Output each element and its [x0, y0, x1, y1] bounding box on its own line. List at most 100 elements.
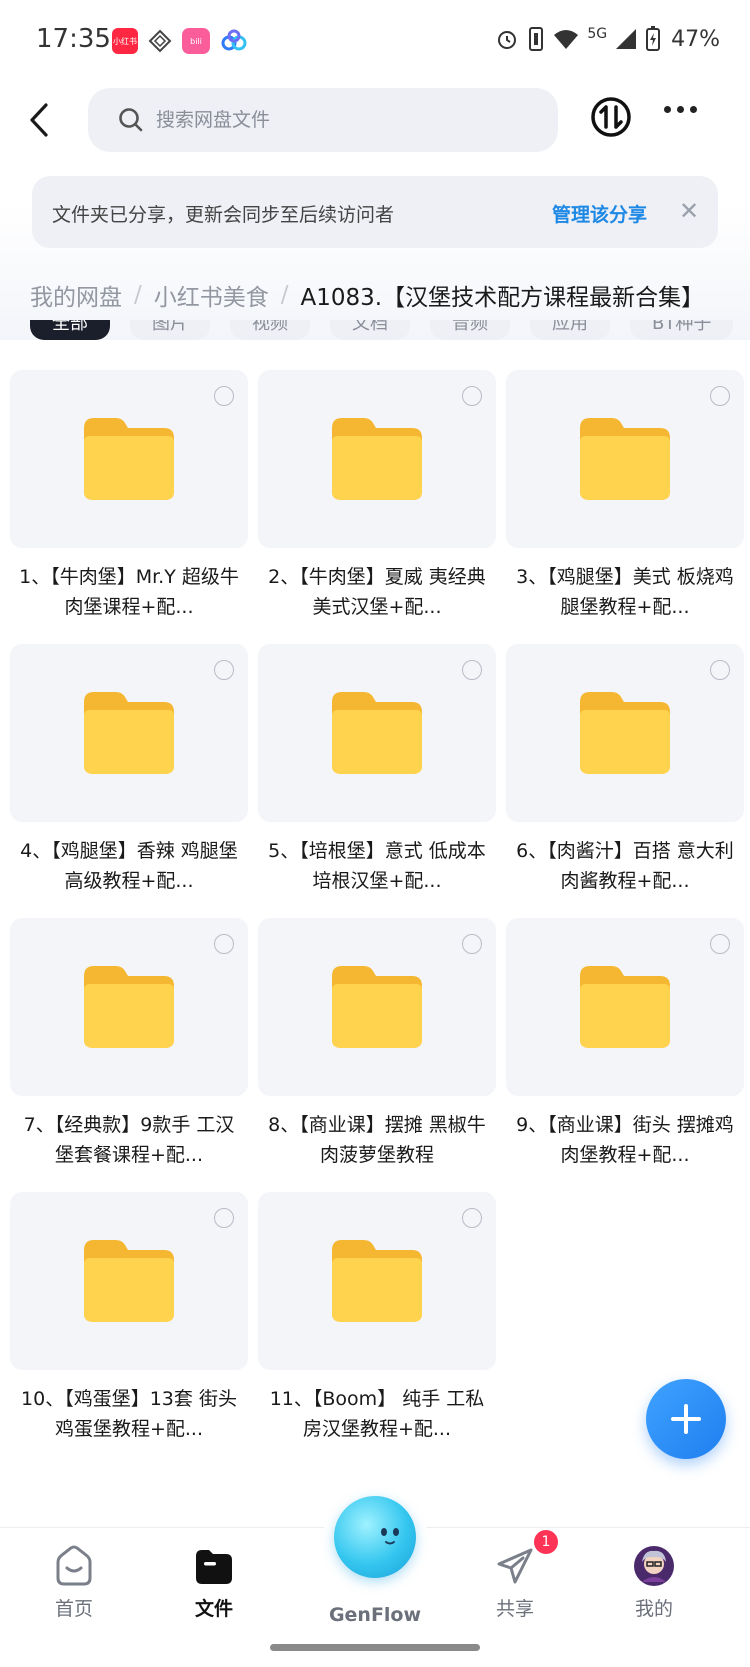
- status-bar: 17:35 小红书 bili 5G 47%: [0, 0, 750, 84]
- select-checkbox[interactable]: [214, 1208, 234, 1228]
- filter-tab-images[interactable]: 图片: [130, 320, 210, 340]
- breadcrumb: 我的网盘 / 小红书美食 / A1083.【汉堡技术配方课程最新合集】: [30, 278, 704, 312]
- back-button[interactable]: [22, 92, 56, 148]
- network-type: 5G: [587, 26, 608, 42]
- more-dot-icon: [677, 106, 684, 113]
- paper-plane-icon: [497, 1548, 533, 1584]
- nav-label-home: 首页: [54, 1598, 93, 1620]
- folder-name: 2、【牛肉堡】夏威 夷经典美式汉堡+配...: [268, 566, 486, 618]
- breadcrumb-item-parent[interactable]: 小红书美食: [154, 278, 269, 312]
- folder-item[interactable]: 2、【牛肉堡】夏威 夷经典美式汉堡+配...: [258, 370, 496, 644]
- folder-name: 6、【肉酱汁】百搭 意大利肉酱教程+配...: [516, 840, 734, 892]
- nav-item-share[interactable]: 共享: [465, 1544, 565, 1621]
- folder-thumbnail: [258, 918, 496, 1096]
- select-checkbox[interactable]: [710, 934, 730, 954]
- filter-tab-all[interactable]: 全部: [30, 320, 110, 340]
- bilibili-icon: bili: [182, 28, 210, 54]
- folder-item[interactable]: 4、【鸡腿堡】香辣 鸡腿堡高级教程+配...: [10, 644, 248, 918]
- filter-tab-apps[interactable]: 应用: [530, 320, 610, 340]
- chevron-left-icon: [30, 103, 48, 137]
- select-checkbox[interactable]: [710, 660, 730, 680]
- diamond-app-icon: [148, 29, 172, 53]
- select-checkbox[interactable]: [462, 1208, 482, 1228]
- filter-tab-bt[interactable]: BT种子: [630, 320, 734, 340]
- folder-thumbnail: [10, 1192, 248, 1370]
- filter-tab-videos[interactable]: 视频: [230, 320, 310, 340]
- folder-item[interactable]: 1、【牛肉堡】Mr.Y 超级牛肉堡课程+配...: [10, 370, 248, 644]
- folder-icon: [332, 966, 422, 1048]
- add-button[interactable]: [646, 1379, 726, 1459]
- folder-name: 7、【经典款】9款手 工汉堡套餐课程+配...: [23, 1114, 235, 1166]
- folder-item[interactable]: 8、【商业课】摆摊 黑椒牛肉菠萝堡教程: [258, 918, 496, 1192]
- folder-name: 11、【Boom】 纯手 工私房汉堡教程+配...: [269, 1388, 485, 1440]
- select-checkbox[interactable]: [214, 660, 234, 680]
- folder-item[interactable]: 7、【经典款】9款手 工汉堡套餐课程+配...: [10, 918, 248, 1192]
- folder-icon: [84, 966, 174, 1048]
- battery-icon: [646, 26, 661, 51]
- more-dot-icon: [690, 106, 697, 113]
- folder-item[interactable]: 6、【肉酱汁】百搭 意大利肉酱教程+配...: [506, 644, 744, 918]
- nav-item-files[interactable]: 文件: [164, 1544, 264, 1621]
- status-indicators: 5G 47%: [495, 26, 720, 52]
- wifi-icon: [554, 30, 579, 49]
- more-dot-icon: [664, 106, 671, 113]
- search-bar[interactable]: [88, 88, 558, 152]
- genflow-icon[interactable]: [334, 1496, 416, 1578]
- cloud-app-icon: [221, 29, 247, 51]
- select-checkbox[interactable]: [214, 934, 234, 954]
- folder-thumbnail: [258, 370, 496, 548]
- search-input[interactable]: [156, 109, 516, 131]
- nav-item-home[interactable]: 首页: [24, 1544, 124, 1621]
- folder-name: 5、【培根堡】意式 低成本培根汉堡+配...: [268, 840, 486, 892]
- nav-label-mine: 我的: [634, 1598, 673, 1620]
- status-app-icons: 小红书 bili: [112, 28, 248, 54]
- share-notification-badge: 1: [534, 1530, 558, 1554]
- filter-tab-audio[interactable]: 音频: [430, 320, 510, 340]
- close-icon[interactable]: ✕: [674, 196, 704, 226]
- select-checkbox[interactable]: [462, 386, 482, 406]
- transfer-button[interactable]: [590, 96, 632, 138]
- folder-thumbnail: [258, 644, 496, 822]
- home-icon: [56, 1545, 92, 1586]
- nav-item-mine[interactable]: 我的: [604, 1544, 704, 1621]
- breadcrumb-separator: /: [280, 282, 289, 308]
- share-banner-text: 文件夹已分享，更新会同步至后续访问者: [52, 204, 395, 226]
- folder-icon: [332, 418, 422, 500]
- status-time: 17:35: [36, 24, 111, 54]
- select-checkbox[interactable]: [214, 386, 234, 406]
- search-icon: [119, 108, 143, 132]
- folder-icon: [580, 966, 670, 1048]
- transfer-icon: [591, 97, 631, 137]
- folder-filled-icon: [196, 1550, 232, 1584]
- battery-percent: 47%: [671, 26, 720, 52]
- folder-item[interactable]: 3、【鸡腿堡】美式 板烧鸡腿堡教程+配...: [506, 370, 744, 644]
- folder-item[interactable]: 10、【鸡蛋堡】13套 街头鸡蛋堡教程+配...: [10, 1192, 248, 1466]
- folder-name: 1、【牛肉堡】Mr.Y 超级牛肉堡课程+配...: [19, 566, 239, 618]
- nav-label-files: 文件: [194, 1598, 233, 1620]
- select-checkbox[interactable]: [710, 386, 730, 406]
- breadcrumb-item-root[interactable]: 我的网盘: [30, 278, 122, 312]
- folder-thumbnail: [10, 918, 248, 1096]
- folder-thumbnail: [506, 644, 744, 822]
- folder-item[interactable]: 11、【Boom】 纯手 工私房汉堡教程+配...: [258, 1192, 496, 1466]
- select-checkbox[interactable]: [462, 660, 482, 680]
- breadcrumb-current: A1083.【汉堡技术配方课程最新合集】: [300, 285, 705, 311]
- folder-item[interactable]: 5、【培根堡】意式 低成本培根汉堡+配...: [258, 644, 496, 918]
- folder-thumbnail: [10, 370, 248, 548]
- folder-item[interactable]: 9、【商业课】街头 摆摊鸡肉堡教程+配...: [506, 918, 744, 1192]
- share-banner: 文件夹已分享，更新会同步至后续访问者 管理该分享 ✕: [32, 176, 718, 248]
- folder-icon: [84, 418, 174, 500]
- filter-tab-docs[interactable]: 文档: [330, 320, 410, 340]
- folder-thumbnail: [258, 1192, 496, 1370]
- folder-thumbnail: [10, 644, 248, 822]
- alarm-icon: [498, 31, 517, 49]
- home-indicator[interactable]: [270, 1644, 480, 1651]
- manage-share-link[interactable]: 管理该分享: [552, 200, 647, 227]
- plus-icon: [671, 1404, 701, 1434]
- avatar: [634, 1546, 674, 1586]
- more-options-button[interactable]: [664, 106, 697, 113]
- nav-item-genflow[interactable]: GenFlow: [325, 1598, 425, 1626]
- select-checkbox[interactable]: [462, 934, 482, 954]
- filter-tabs: 全部 图片 视频 文档 音频 应用 BT种子: [0, 320, 750, 356]
- folder-icon: [332, 692, 422, 774]
